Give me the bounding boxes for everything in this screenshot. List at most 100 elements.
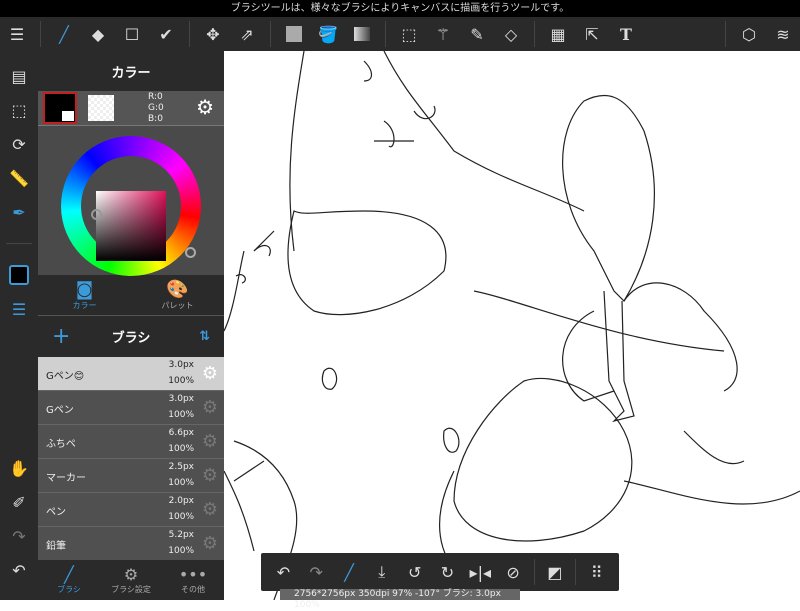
frame-tool-icon[interactable]: ▦ — [541, 17, 575, 51]
color-settings-gear-icon[interactable]: ⚙ — [196, 95, 214, 119]
tab-color[interactable]: ◙ カラー — [38, 275, 131, 315]
color-tabs: ◙ カラー 🎨 パレット — [38, 275, 224, 315]
brush-settings-gear-icon[interactable]: ⚙ — [202, 533, 218, 554]
pages-icon[interactable]: ▤ — [0, 59, 38, 93]
operation-tool-icon[interactable]: ⇱ — [575, 17, 609, 51]
hue-handle[interactable] — [185, 247, 196, 258]
ruler-icon[interactable]: 📏 — [0, 161, 38, 195]
rotate-right-icon[interactable]: ↻ — [431, 555, 464, 589]
brush-settings-gear-icon[interactable]: ⚙ — [202, 465, 218, 486]
redo-button[interactable]: ↷ — [300, 555, 333, 589]
color-panel-title: カラー — [38, 51, 224, 91]
shape-tool-icon[interactable]: ☐ — [115, 17, 149, 51]
brush-panel-header: + ブラシ ⇅ — [38, 315, 224, 357]
brush-list: Gペン😊 3.0px 100% ⚙ Gペン 3.0px 100% ⚙ ふちペ 6.6px 100% ⚙… — [38, 357, 224, 561]
brush-name: ペン — [46, 507, 66, 518]
floating-toolbar: ↶ ↷ ╱ ⤓ ↺ ↻ ▸|◂ ⊘ ◩ ⠿ — [261, 553, 619, 591]
brush-item[interactable]: Gペン 3.0px 100% ⚙ — [38, 391, 224, 425]
brush-item[interactable]: ペン 2.0px 100% ⚙ — [38, 493, 224, 527]
brush-item[interactable]: Gペン😊 3.0px 100% ⚙ — [38, 357, 224, 391]
tab-brush[interactable]: ╱ ブラシ — [38, 560, 100, 600]
brush-opacity: 100% — [168, 444, 194, 454]
flip-horizontal-icon[interactable]: ▸|◂ — [464, 555, 497, 589]
brush-list-icon[interactable]: ☰ — [0, 292, 38, 326]
rotate-canvas-icon[interactable]: ⟳ — [0, 127, 38, 161]
saturation-value-square[interactable] — [96, 191, 166, 261]
brush-name: Gペン — [46, 405, 74, 416]
color-picker[interactable] — [38, 125, 224, 276]
color-panel-icon[interactable] — [0, 258, 38, 292]
top-toolbar: ☰ ╱ ◆ ☐ ✔ ✥ ⇗ 🪣 ⬚ ⚚ ✎ ◇ ▦ ⇱ T ⬡ ≋ — [0, 17, 800, 51]
brush-settings-gear-icon[interactable]: ⚙ — [202, 499, 218, 520]
fullscreen-icon[interactable]: ◩ — [538, 555, 571, 589]
rgb-b: B:0 — [148, 114, 163, 124]
brush-size: 2.0px — [168, 496, 194, 506]
brush-size: 3.0px — [168, 360, 194, 370]
drawing-canvas[interactable] — [223, 50, 800, 601]
brush-item[interactable]: ふちペ 6.6px 100% ⚙ — [38, 425, 224, 459]
brush-size: 5.2px — [168, 530, 194, 540]
snap-pen-icon[interactable]: ✒ — [0, 195, 38, 229]
undo-button[interactable]: ↶ — [267, 555, 300, 589]
brush-name: 鉛筆 — [46, 541, 66, 552]
hand-tool-icon[interactable]: ✋ — [0, 451, 38, 485]
tab-brush-settings[interactable]: ⚙ ブラシ設定 — [100, 560, 162, 600]
bucket-tool-icon[interactable]: 🪣 — [311, 17, 345, 51]
line-art — [223, 50, 800, 601]
color-row: R:0 G:0 B:0 ⚙ — [38, 91, 224, 125]
eyedropper-icon[interactable]: ✐ — [0, 485, 38, 519]
gradient-tool-icon[interactable] — [345, 17, 379, 51]
text-tool-icon[interactable]: T — [609, 17, 643, 51]
move-tool-icon[interactable]: ✥ — [196, 17, 230, 51]
menu-icon[interactable]: ☰ — [0, 17, 34, 51]
magic-wand-icon[interactable]: ⚚ — [426, 17, 460, 51]
brush-opacity: 100% — [168, 546, 194, 556]
redo-icon[interactable]: ↷ — [0, 519, 38, 553]
fill-color-icon[interactable] — [277, 17, 311, 51]
brush-size: 2.5px — [168, 462, 194, 472]
rgb-r: R:0 — [148, 92, 163, 102]
sort-icon[interactable]: ⇅ — [199, 329, 210, 344]
tool-hint: ブラシツールは、様々なブラシによりキャンバスに描画を行うツールです。 — [0, 0, 800, 17]
brush-name: Gペン😊 — [46, 371, 85, 382]
brush-opacity: 100% — [168, 512, 194, 522]
brush-eraser-toggle-icon[interactable]: ╱ — [333, 555, 366, 589]
eraser-tool-icon[interactable]: ◆ — [81, 17, 115, 51]
brush-settings-gear-icon[interactable]: ⚙ — [202, 397, 218, 418]
main-color-swatch[interactable] — [43, 92, 77, 124]
brush-name: マーカー — [46, 473, 86, 484]
grid-handle-icon[interactable]: ⠿ — [580, 555, 613, 589]
brush-size: 6.6px — [168, 428, 194, 438]
brush-opacity: 100% — [168, 478, 194, 488]
sv-handle[interactable] — [91, 209, 102, 220]
rgb-g: G:0 — [148, 103, 164, 113]
brush-item[interactable]: マーカー 2.5px 100% ⚙ — [38, 459, 224, 493]
undo-icon[interactable]: ↶ — [0, 553, 38, 587]
panel-bottom-tabs: ╱ ブラシ ⚙ ブラシ設定 ••• その他 — [38, 560, 224, 600]
rotate-left-icon[interactable]: ↺ — [398, 555, 431, 589]
save-icon[interactable]: ⤓ — [365, 555, 398, 589]
brush-size: 3.0px — [168, 394, 194, 404]
select-eraser-icon[interactable]: ◇ — [494, 17, 528, 51]
layers-icon[interactable]: ≋ — [766, 17, 800, 51]
brush-settings-gear-icon[interactable]: ⚙ — [202, 431, 218, 452]
add-brush-icon[interactable]: + — [52, 324, 70, 349]
tab-other[interactable]: ••• その他 — [162, 560, 224, 600]
select-tool-icon[interactable]: ⬚ — [392, 17, 426, 51]
brush-settings-gear-icon[interactable]: ⚙ — [202, 363, 218, 384]
correction-tool-icon[interactable]: ✔ — [149, 17, 183, 51]
tab-palette[interactable]: 🎨 パレット — [131, 275, 224, 315]
side-panel: カラー R:0 G:0 B:0 ⚙ ◙ カラー 🎨 パレット + ブラシ ⇅ Gペン… — [38, 51, 224, 600]
brush-opacity: 100% — [168, 376, 194, 386]
left-sidebar: ▤ ⬚ ⟳ 📏 ✒ ☰ ✋ ✐ ↷ ↶ — [0, 51, 38, 600]
brush-item[interactable]: 鉛筆 5.2px 100% ⚙ — [38, 527, 224, 561]
transform-tool-icon[interactable]: ⇗ — [230, 17, 264, 51]
reset-rotation-icon[interactable]: ⊘ — [497, 555, 530, 589]
select-pen-icon[interactable]: ✎ — [460, 17, 494, 51]
brush-name: ふちペ — [46, 439, 76, 450]
materials-icon[interactable]: ⬡ — [732, 17, 766, 51]
brush-panel-title: ブラシ — [111, 331, 151, 346]
transparent-color-swatch[interactable] — [88, 95, 114, 121]
selection-layer-icon[interactable]: ⬚ — [0, 93, 38, 127]
brush-tool-icon[interactable]: ╱ — [47, 17, 81, 51]
